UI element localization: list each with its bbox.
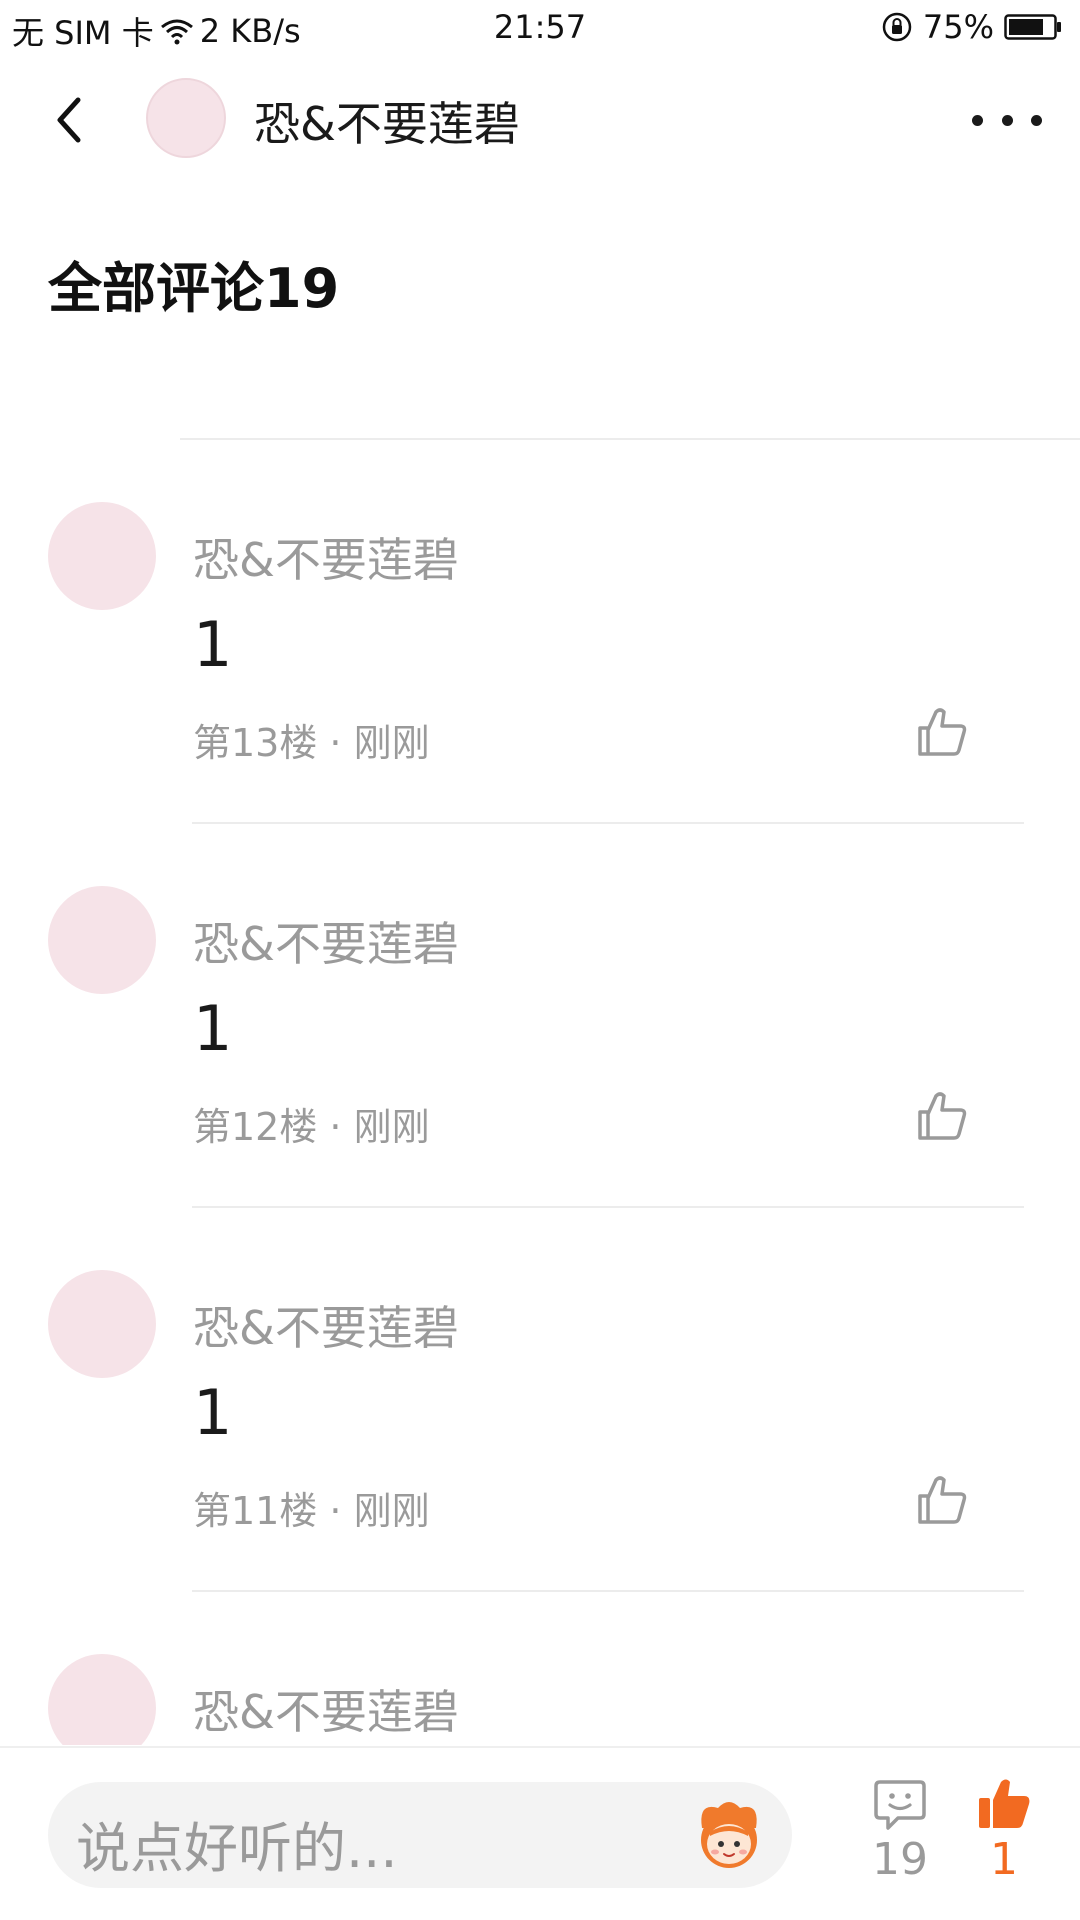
like-button[interactable]: [914, 704, 970, 760]
comment-author[interactable]: 恐&不要莲碧: [193, 524, 459, 590]
comment-bubble-icon: [874, 1780, 926, 1830]
bottom-bar: 说点好听的... 19 1: [0, 1746, 1080, 1920]
comment-meta: 第13楼 · 刚刚: [193, 721, 430, 765]
chevron-left-icon: [57, 97, 81, 143]
comment-author[interactable]: 恐&不要莲碧: [193, 1292, 459, 1358]
list-item[interactable]: 恐&不要莲碧: [0, 1592, 1080, 1745]
like-count-button[interactable]: 1: [968, 1776, 1040, 1906]
comment-meta: 第11楼 · 刚刚: [193, 1489, 430, 1533]
like-button[interactable]: [914, 1472, 970, 1528]
comment-list[interactable]: 恐&不要莲碧 1 第13楼 · 刚刚 恐&不要莲碧 1 第12楼 · 刚刚 恐&…: [0, 440, 1080, 1745]
list-item[interactable]: 恐&不要莲碧 1 第12楼 · 刚刚: [0, 824, 1080, 1208]
avatar[interactable]: [48, 502, 156, 610]
status-bar: 无 SIM 卡 2 KB/s 21:57 75%: [0, 0, 1080, 56]
emoji-mascot-icon[interactable]: [688, 1794, 770, 1876]
comment-author[interactable]: 恐&不要莲碧: [193, 908, 459, 974]
more-dots-icon: [972, 114, 983, 126]
header: 恐&不要莲碧: [0, 70, 1080, 170]
list-item[interactable]: 恐&不要莲碧 1 第13楼 · 刚刚: [0, 440, 1080, 824]
comment-input[interactable]: 说点好听的...: [48, 1782, 792, 1888]
thumbs-up-icon: [979, 1779, 1030, 1828]
comment-count-button[interactable]: 19: [864, 1776, 936, 1906]
comment-count: 19: [872, 1834, 928, 1885]
rotate-lock-icon: [881, 11, 913, 43]
battery-icon: [1004, 13, 1062, 41]
back-button[interactable]: [44, 96, 92, 144]
more-button[interactable]: [972, 102, 1042, 138]
avatar[interactable]: [48, 1654, 156, 1745]
comment-input-placeholder: 说点好听的...: [76, 1817, 398, 1880]
list-item[interactable]: 恐&不要莲碧 1 第11楼 · 刚刚: [0, 1208, 1080, 1592]
comment-author[interactable]: 恐&不要莲碧: [193, 1676, 459, 1742]
avatar[interactable]: [48, 886, 156, 994]
comment-content: 1: [193, 1376, 233, 1449]
comment-content: 1: [193, 608, 233, 681]
page-title[interactable]: 恐&不要莲碧: [254, 88, 520, 154]
like-button[interactable]: [914, 1088, 970, 1144]
comment-meta: 第12楼 · 刚刚: [193, 1105, 430, 1149]
battery-percent: 75%: [922, 8, 994, 46]
thumbs-up-icon: [918, 1092, 967, 1140]
comments-heading: 全部评论19: [48, 257, 340, 320]
avatar[interactable]: [48, 1270, 156, 1378]
status-right: 75%: [881, 8, 1062, 46]
comment-content: 1: [193, 992, 233, 1065]
like-count: 1: [990, 1834, 1018, 1885]
avatar[interactable]: [146, 78, 226, 158]
thumbs-up-icon: [918, 1476, 967, 1524]
thumbs-up-icon: [918, 708, 967, 756]
